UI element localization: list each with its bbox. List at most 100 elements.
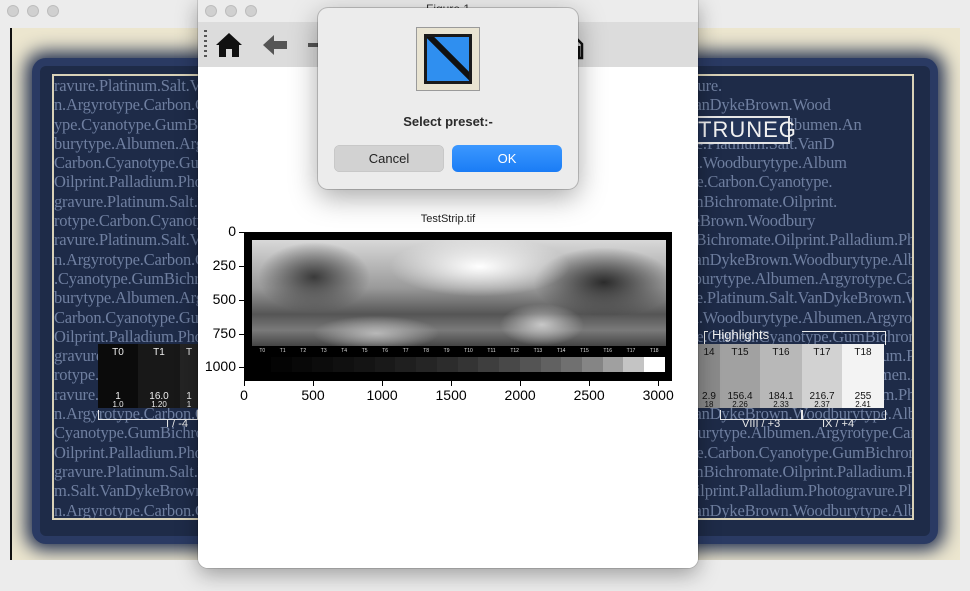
left-bracket-label: I / -4 [166,418,189,430]
step-value: 1.0 [112,400,124,409]
x-tick-label: 1000 [366,387,398,403]
x-tick-label: 0 [240,387,248,403]
step-cell: 14 2.9 18 [698,344,720,409]
gray-patch [353,357,375,372]
forward-icon[interactable] [306,30,318,60]
trueneg-logo: TRUNEG [696,116,797,144]
strip-label: T4 [341,348,348,354]
toolbar-grip-icon [204,30,207,58]
step-cell: T15 156.4 2.26 [720,344,760,409]
x-tick-label: 2500 [573,387,605,403]
strip-label: T15 [580,348,589,354]
strip-label: T8 [423,348,430,354]
gray-patch [623,357,645,372]
gray-patch [333,357,354,372]
step-label: T [185,347,193,358]
strip-label: T5 [361,348,368,354]
gray-patch [291,357,313,372]
strip-gray-patches [271,357,665,372]
app-icon [416,27,480,91]
step-value: 2.41 [855,400,871,409]
step-label: T0 [112,347,124,358]
gray-patch [602,357,624,372]
gray-patch [416,357,437,372]
dialog-message: Select preset:- [403,114,493,129]
gray-patch [582,357,603,372]
strip-label: T16 [603,348,612,354]
x-tick-mark [520,381,522,386]
strip-label: T3 [320,348,327,354]
y-tick-mark [239,333,244,335]
select-preset-dialog: Select preset:- Cancel OK [318,8,578,189]
strip-step-labels: T0 T1 T2 T3 T4 T5 T6 T7 T8 T9 T10 T11 T12 T13 T14 T15 T1… [252,348,666,356]
y-tick-mark [239,367,244,369]
gray-patch [457,357,479,372]
strip-label: T10 [464,348,473,354]
y-tick-label: 750 [212,324,236,341]
strip-label: T6 [382,348,389,354]
x-tick-mark [658,381,660,386]
gray-patch [478,357,500,372]
step-value: 1 [186,400,192,409]
back-icon[interactable] [260,30,290,60]
step-label: T18 [854,347,872,358]
right-step-table: 14 2.9 18 T15 156.4 2.26 T16 184.1 2.33 T17 216.7 2… [698,344,884,409]
gray-patch [395,357,417,372]
x-tick-mark [589,381,591,386]
gray-patch [312,357,334,372]
gray-patch [644,357,665,372]
strip-label: T7 [402,348,409,354]
step-value: 2.33 [773,400,789,409]
gray-patch [271,357,292,372]
ok-button[interactable]: OK [452,145,562,172]
strip-label: T9 [443,348,450,354]
gray-patch [561,357,583,372]
close-button[interactable] [7,5,19,17]
x-tick-mark [244,381,245,386]
strip-label: T12 [510,348,519,354]
x-tick-label: 1500 [435,387,467,403]
strip-label: T1 [279,348,286,354]
step-value: 2.26 [732,400,748,409]
step-cell: T11 [180,344,198,409]
x-tick-mark [451,381,453,386]
y-tick-label: 500 [212,290,236,307]
y-tick-mark [239,265,244,267]
step-label: T16 [772,347,790,358]
step-cell: T16 184.1 2.33 [760,344,802,409]
step-label: T15 [731,347,749,358]
gray-patch [436,357,458,372]
cancel-button[interactable]: Cancel [334,145,444,172]
teststrip-photo [252,240,666,346]
y-tick-label: 1000 [204,358,236,375]
minimize-button[interactable] [27,5,39,17]
right-bracket-label-1: VIII / +3 [742,418,781,430]
home-icon[interactable] [214,30,244,60]
strip-label: T14 [556,348,566,354]
step-label: T17 [813,347,831,358]
right-bracket-label-2: IX / +4 [822,418,855,430]
plot-title: TestStrip.tif [420,213,476,225]
strip-label: T0 [259,348,266,354]
step-value: 1.20 [151,400,167,409]
y-tick-label: 250 [212,256,236,273]
gray-patch [374,357,396,372]
gray-patch [519,357,541,372]
y-tick-mark [239,299,244,301]
step-cell: T17 216.7 2.37 [802,344,842,409]
highlights-label: Highlights [712,327,770,342]
step-cell: T0 1 1.0 [98,344,138,409]
step-value: 2.37 [814,400,830,409]
gray-patch [540,357,562,372]
strip-label: T13 [533,348,543,354]
x-tick-label: 500 [301,387,325,403]
x-tick-label: 3000 [642,387,674,403]
strip-label: T17 [626,348,636,354]
zoom-button[interactable] [47,5,59,17]
plot-image-axes: T0 T1 T2 T3 T4 T5 T6 T7 T8 T9 T10 T11 T12 T13 T14 T15 T1… [244,232,672,381]
step-label: T1 [153,347,165,358]
x-tick-mark [313,381,315,386]
y-tick-mark [239,232,244,233]
y-tick-label: 0 [228,223,236,239]
x-tick-label: 2000 [504,387,536,403]
